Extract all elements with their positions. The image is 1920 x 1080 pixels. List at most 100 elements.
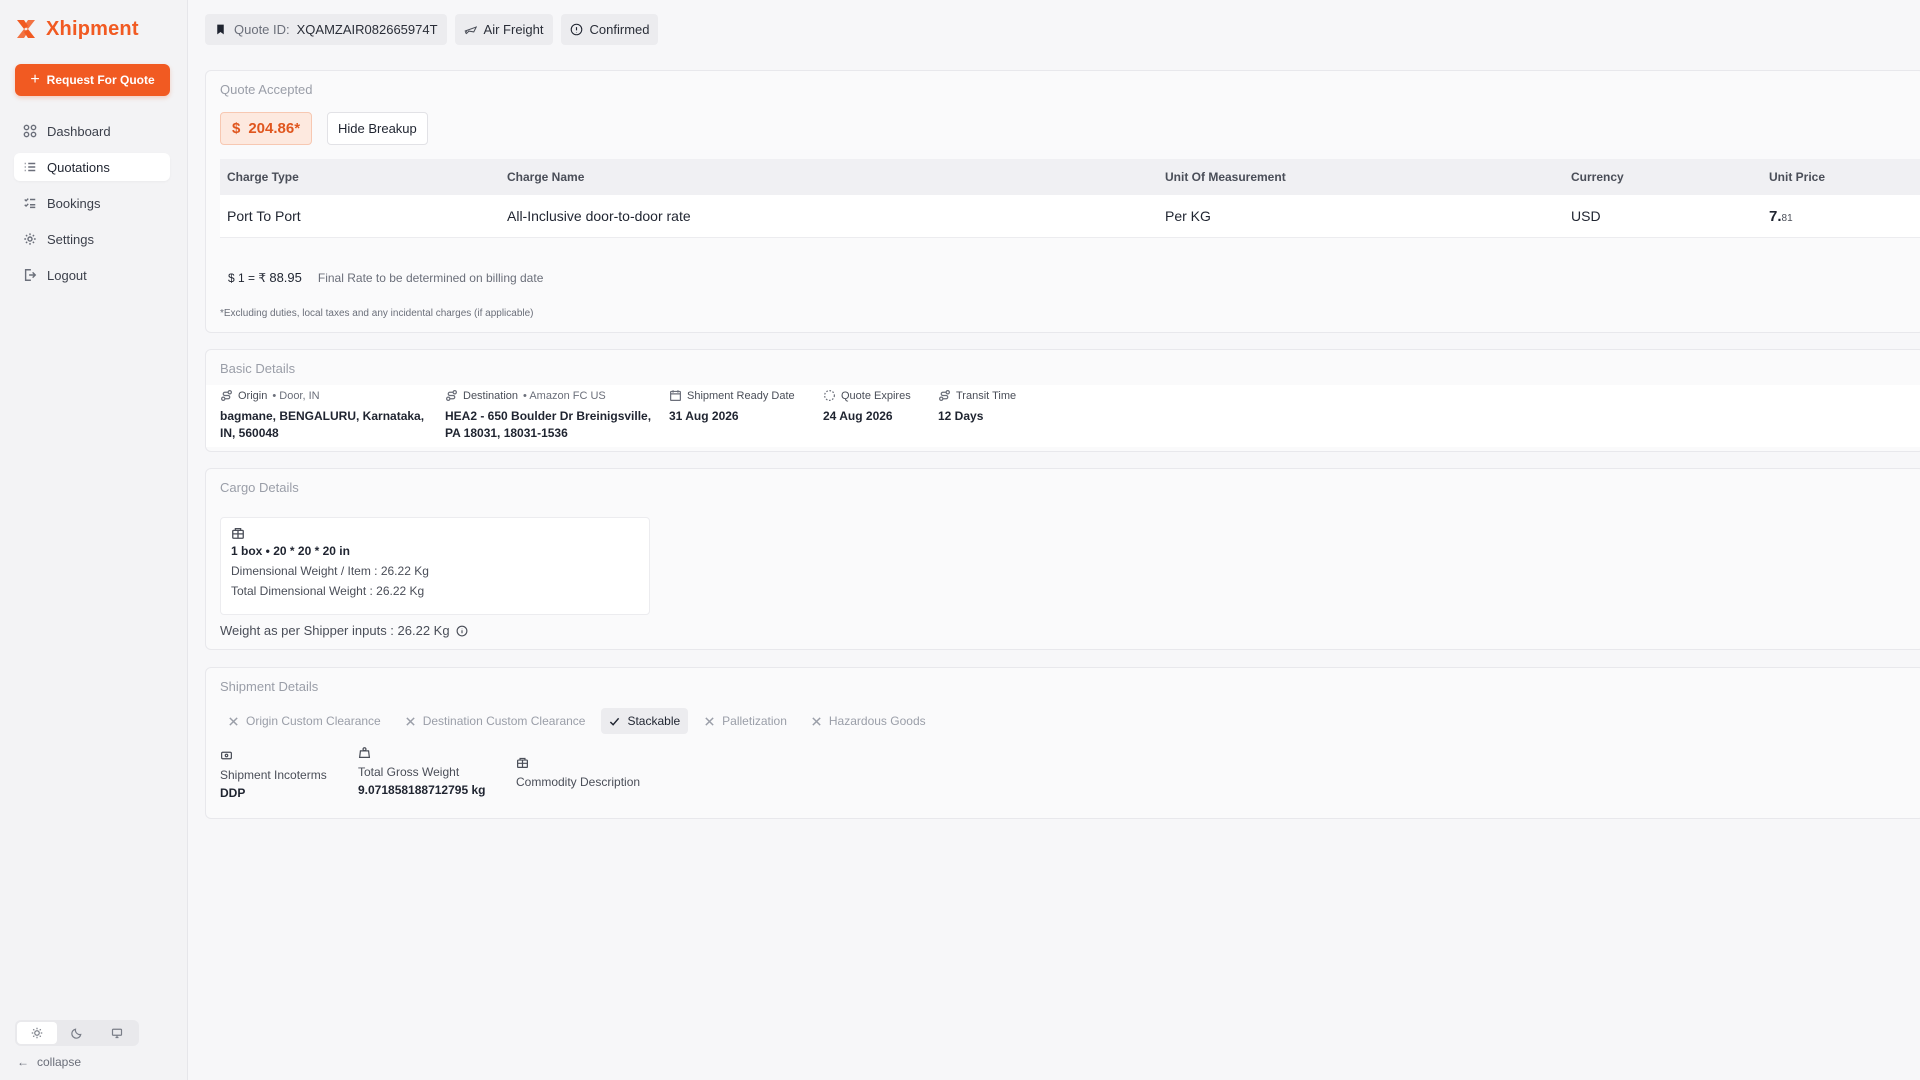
route-icon [446, 390, 457, 401]
list-icon [24, 162, 36, 172]
collapse-button[interactable]: ← collapse [17, 1055, 81, 1069]
column-header: Charge Name [507, 170, 585, 184]
table-row: Port To Port All-Inclusive door-to-door … [220, 195, 1920, 238]
shipper-weight: Weight as per Shipper inputs : 26.22 Kg [220, 623, 450, 638]
incoterms-value: DDP [220, 786, 246, 800]
plus-icon: + [30, 71, 40, 88]
grid-icon [23, 124, 37, 138]
route-icon [939, 390, 950, 401]
quote-accepted-card: Quote Accepted $ 204.86* Hide Breakup Ch… [205, 70, 1920, 333]
total-dim-weight: Total Dimensional Weight : 26.22 Kg [231, 584, 425, 598]
bookmark-icon [217, 24, 224, 35]
column-header: Unit Price [1769, 170, 1826, 184]
sidebar-item-bookings[interactable]: Bookings [14, 189, 170, 217]
sidebar-item-label: Settings [47, 231, 94, 247]
unit-price-cell: 7.81 [1762, 208, 1920, 225]
exchange-rate-value: $ 1 = ₹ 88.95 [228, 270, 302, 285]
info-circle-icon [570, 23, 582, 36]
exchange-rate-note: Final Rate to be determined on billing d… [317, 270, 544, 285]
airplane-icon [464, 26, 477, 35]
shipment-details-title: Shipment Details [220, 679, 319, 694]
x-icon [812, 716, 821, 726]
arrow-left-icon: ← [17, 1055, 29, 1069]
basic-details-card: Basic Details Origin • Door, IN bagmane,… [205, 349, 1920, 452]
weight-icon [358, 747, 371, 758]
origin-value-line: bagmane, BENGALURU, Karnataka, [220, 409, 425, 423]
sidebar-item-label: Quotations [47, 159, 110, 175]
monitor-icon [111, 1028, 123, 1039]
theme-light-button[interactable] [17, 1022, 57, 1044]
exchange-rate: $ 1 = ₹ 88.95 Final Rate to be determine… [228, 270, 543, 285]
unit-price-decimals: 81 [1781, 212, 1793, 224]
currency-cell: USD [1571, 208, 1601, 224]
x-icon [406, 716, 415, 726]
transit-time-value: 12 Days [938, 409, 984, 423]
transit-time-field: Transit Time 12 Days [938, 389, 1016, 425]
incoterms-field: Shipment Incoterms DDP [220, 749, 327, 800]
quote-header-tags: Quote ID: XQAMZAIR082665974T Air Freight… [205, 14, 659, 45]
ready-date-label: Shipment Ready Date [687, 389, 795, 402]
moon-icon [71, 1028, 82, 1039]
collapse-label: collapse [37, 1055, 82, 1069]
chip-label: Stackable [627, 714, 681, 728]
transit-time-header: Transit Time [938, 389, 1016, 402]
destination-label: Destination [463, 389, 519, 402]
currency-symbol: $ [232, 120, 241, 137]
info-icon[interactable] [456, 625, 468, 637]
chip-label: Hazardous Goods [828, 714, 926, 728]
origin-value-line: IN, 560048 [220, 426, 279, 440]
package-icon [232, 527, 244, 539]
ready-date-value: 31 Aug 2026 [669, 409, 739, 423]
chip-label: Origin Custom Clearance [246, 714, 381, 728]
sidebar-item-quotations[interactable]: Quotations [14, 153, 170, 181]
sidebar-item-settings[interactable]: Settings [14, 225, 170, 253]
commodity-field: Commodity Description [516, 756, 640, 789]
destination-value-line: HEA2 - 650 Boulder Dr Breinigsville, [445, 409, 652, 423]
chip-origin-custom-clearance: Origin Custom Clearance [220, 708, 389, 734]
chip-hazardous-goods: Hazardous Goods [803, 708, 934, 734]
quote-expires-field: Quote Expires 24 Aug 2026 [823, 389, 911, 425]
hide-breakup-button[interactable]: Hide Breakup [327, 112, 428, 145]
x-icon [705, 716, 714, 726]
shipment-details-card: Shipment Details Origin Custom Clearance… [205, 667, 1920, 819]
package-icon [517, 757, 528, 768]
incoterms-label: Shipment Incoterms [220, 768, 327, 782]
theme-system-button[interactable] [97, 1022, 137, 1044]
charges-table: Charge Type Charge Name Unit Of Measurem… [220, 159, 1920, 238]
exchange-rate-number: 88.95 [269, 270, 302, 285]
sidebar: Xhipment + Request For Quote Dashboard Q… [0, 0, 188, 1080]
quote-id-value: XQAMZAIR082665974T [296, 22, 438, 37]
total-price: 204.86* [248, 120, 301, 137]
quote-expires-value: 24 Aug 2026 [823, 409, 893, 423]
chip-label: Destination Custom Clearance [422, 714, 586, 728]
sun-icon [31, 1027, 43, 1039]
mode-value: Air Freight [483, 22, 544, 37]
quote-expires-label: Quote Expires [841, 389, 911, 402]
calendar-icon [670, 390, 681, 401]
ticket-icon [221, 751, 232, 760]
shipper-weight-note: Weight as per Shipper inputs : 26.22 Kg [220, 623, 468, 638]
brand[interactable]: Xhipment [14, 17, 139, 41]
basic-details-title: Basic Details [220, 361, 296, 376]
destination-value: HEA2 - 650 Boulder Dr Breinigsville, PA … [445, 408, 651, 442]
exchange-rate-prefix: $ 1 = ₹ [228, 271, 266, 285]
brand-name: Xhipment [46, 17, 139, 40]
origin-label: Origin [238, 389, 268, 402]
xhipment-logo-icon [17, 20, 35, 38]
ready-date-header: Shipment Ready Date [669, 389, 795, 402]
destination-field: Destination • Amazon FC US HEA2 - 650 Bo… [445, 389, 651, 442]
table-header: Charge Type Charge Name Unit Of Measurem… [220, 159, 1920, 195]
checklist-icon [24, 198, 36, 209]
request-for-quote-button[interactable]: + Request For Quote [15, 64, 170, 96]
destination-header: Destination • Amazon FC US [445, 389, 651, 402]
theme-dark-button[interactable] [57, 1022, 97, 1044]
ready-date-field: Shipment Ready Date 31 Aug 2026 [669, 389, 795, 425]
sidebar-item-label: Bookings [47, 195, 101, 211]
quote-accepted-title: Quote Accepted [220, 82, 313, 97]
column-header: Currency [1571, 170, 1624, 184]
loading-circle-icon [824, 390, 835, 401]
transit-time-label: Transit Time [956, 389, 1017, 402]
status-value: Confirmed [589, 22, 650, 37]
sidebar-item-logout[interactable]: Logout [14, 261, 170, 289]
sidebar-item-dashboard[interactable]: Dashboard [14, 117, 170, 145]
